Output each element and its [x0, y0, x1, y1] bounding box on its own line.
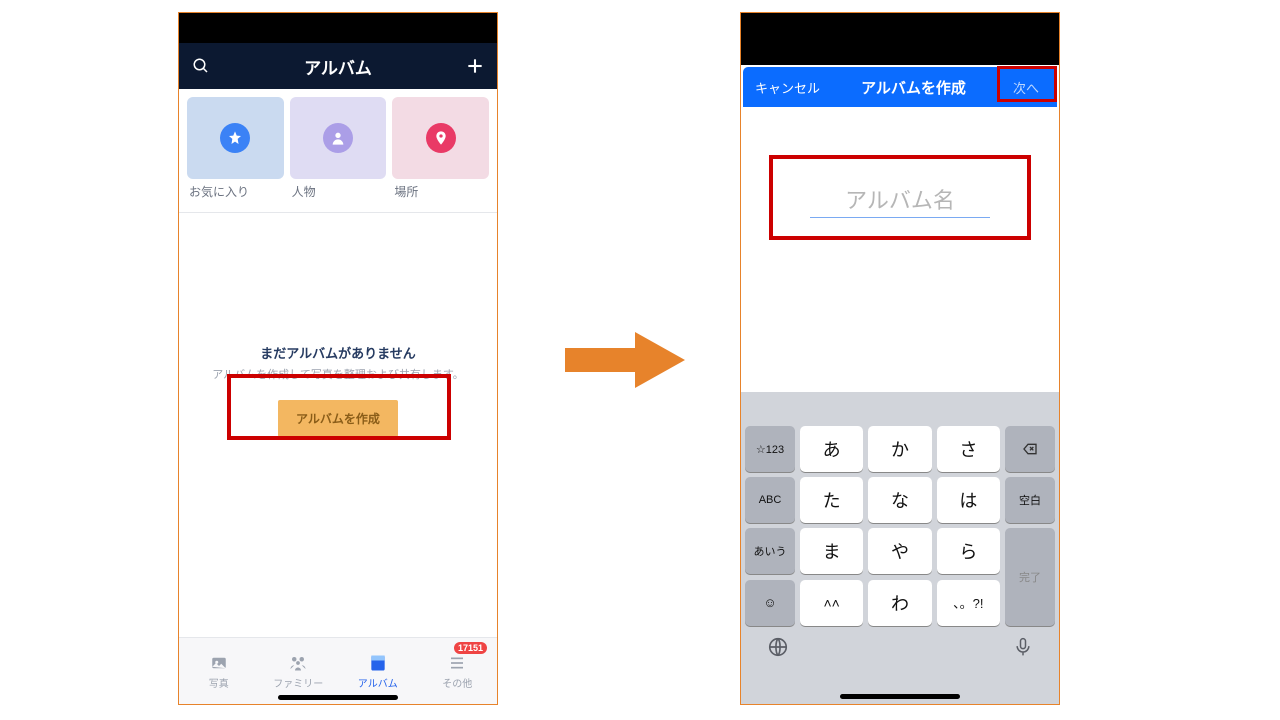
phone-create-album: キャンセル アルバムを作成 次へ アルバム名 ☆123 あ か さ ABC た …: [740, 12, 1060, 705]
arrow-icon: [565, 330, 685, 390]
tile-label: お気に入り: [187, 183, 284, 200]
key-punct[interactable]: 、。?!: [937, 580, 1000, 626]
key-sa[interactable]: さ: [937, 426, 1000, 472]
tile-people[interactable]: 人物: [290, 97, 387, 200]
key-a[interactable]: あ: [800, 426, 863, 472]
album-icon: [367, 653, 389, 673]
tile-places[interactable]: 場所: [392, 97, 489, 200]
tab-label: その他: [442, 675, 472, 690]
modal-title: アルバムを作成: [861, 77, 966, 98]
annotation-box: [227, 374, 451, 440]
mic-icon[interactable]: [1013, 636, 1033, 664]
key-num-mode[interactable]: ☆123: [745, 426, 795, 472]
annotation-box: アルバム名: [769, 155, 1031, 240]
tab-label: 写真: [209, 675, 229, 690]
notification-badge: 17151: [454, 642, 487, 654]
key-kana-mode[interactable]: あいう: [745, 528, 795, 574]
key-ma[interactable]: ま: [800, 528, 863, 574]
key-ta[interactable]: た: [800, 477, 863, 523]
japanese-keyboard: ☆123 あ か さ ABC た な は 空白 あいう ま や ら 完了 ☺ ˄…: [741, 392, 1059, 704]
home-indicator: [840, 694, 960, 699]
tab-photos[interactable]: 写真: [179, 638, 259, 704]
annotation-box: [997, 66, 1057, 102]
family-icon: [287, 653, 309, 673]
key-ka[interactable]: か: [868, 426, 931, 472]
menu-icon: [446, 653, 468, 673]
home-indicator: [278, 695, 398, 700]
tab-label: ファミリー: [273, 675, 323, 690]
search-icon[interactable]: [191, 56, 211, 76]
tab-more[interactable]: その他 17151: [418, 638, 498, 704]
tile-favorites[interactable]: お気に入り: [187, 97, 284, 200]
key-na[interactable]: な: [868, 477, 931, 523]
smart-album-tiles: お気に入り 人物 場所: [179, 89, 497, 204]
star-icon: [220, 123, 250, 153]
status-bar: [179, 13, 497, 43]
key-space[interactable]: 空白: [1005, 477, 1055, 523]
add-icon[interactable]: [465, 56, 485, 76]
key-ya[interactable]: や: [868, 528, 931, 574]
photo-icon: [208, 653, 230, 673]
key-ra[interactable]: ら: [937, 528, 1000, 574]
tile-label: 人物: [290, 183, 387, 200]
keyboard-suggestion-bar: [745, 398, 1055, 426]
cancel-button[interactable]: キャンセル: [755, 78, 820, 97]
key-done[interactable]: 完了: [1005, 528, 1055, 626]
tab-label: アルバム: [358, 675, 398, 690]
key-backspace[interactable]: [1005, 426, 1055, 472]
phone-album-list: アルバム お気に入り 人物 場所 まだアルバムがありません アルバムを作成して写…: [178, 12, 498, 705]
empty-title: まだアルバムがありません: [179, 343, 497, 362]
person-icon: [323, 123, 353, 153]
key-wa[interactable]: わ: [868, 580, 931, 626]
key-emoji[interactable]: ☺: [745, 580, 795, 626]
key-dakuten[interactable]: ˄˄: [800, 580, 863, 626]
page-title: アルバム: [304, 54, 372, 79]
nav-bar: アルバム: [179, 43, 497, 89]
key-abc-mode[interactable]: ABC: [745, 477, 795, 523]
divider: [179, 212, 497, 213]
input-section: アルバム名: [741, 107, 1059, 240]
keyboard-toolbar: [745, 626, 1055, 664]
globe-icon[interactable]: [767, 636, 789, 664]
sheet-gap: [741, 43, 1059, 65]
tile-label: 場所: [392, 183, 489, 200]
status-bar: [741, 13, 1059, 43]
album-name-input[interactable]: アルバム名: [810, 183, 991, 218]
key-ha[interactable]: は: [937, 477, 1000, 523]
pin-icon: [426, 123, 456, 153]
tab-bar: 写真 ファミリー アルバム その他 17151: [179, 637, 497, 704]
